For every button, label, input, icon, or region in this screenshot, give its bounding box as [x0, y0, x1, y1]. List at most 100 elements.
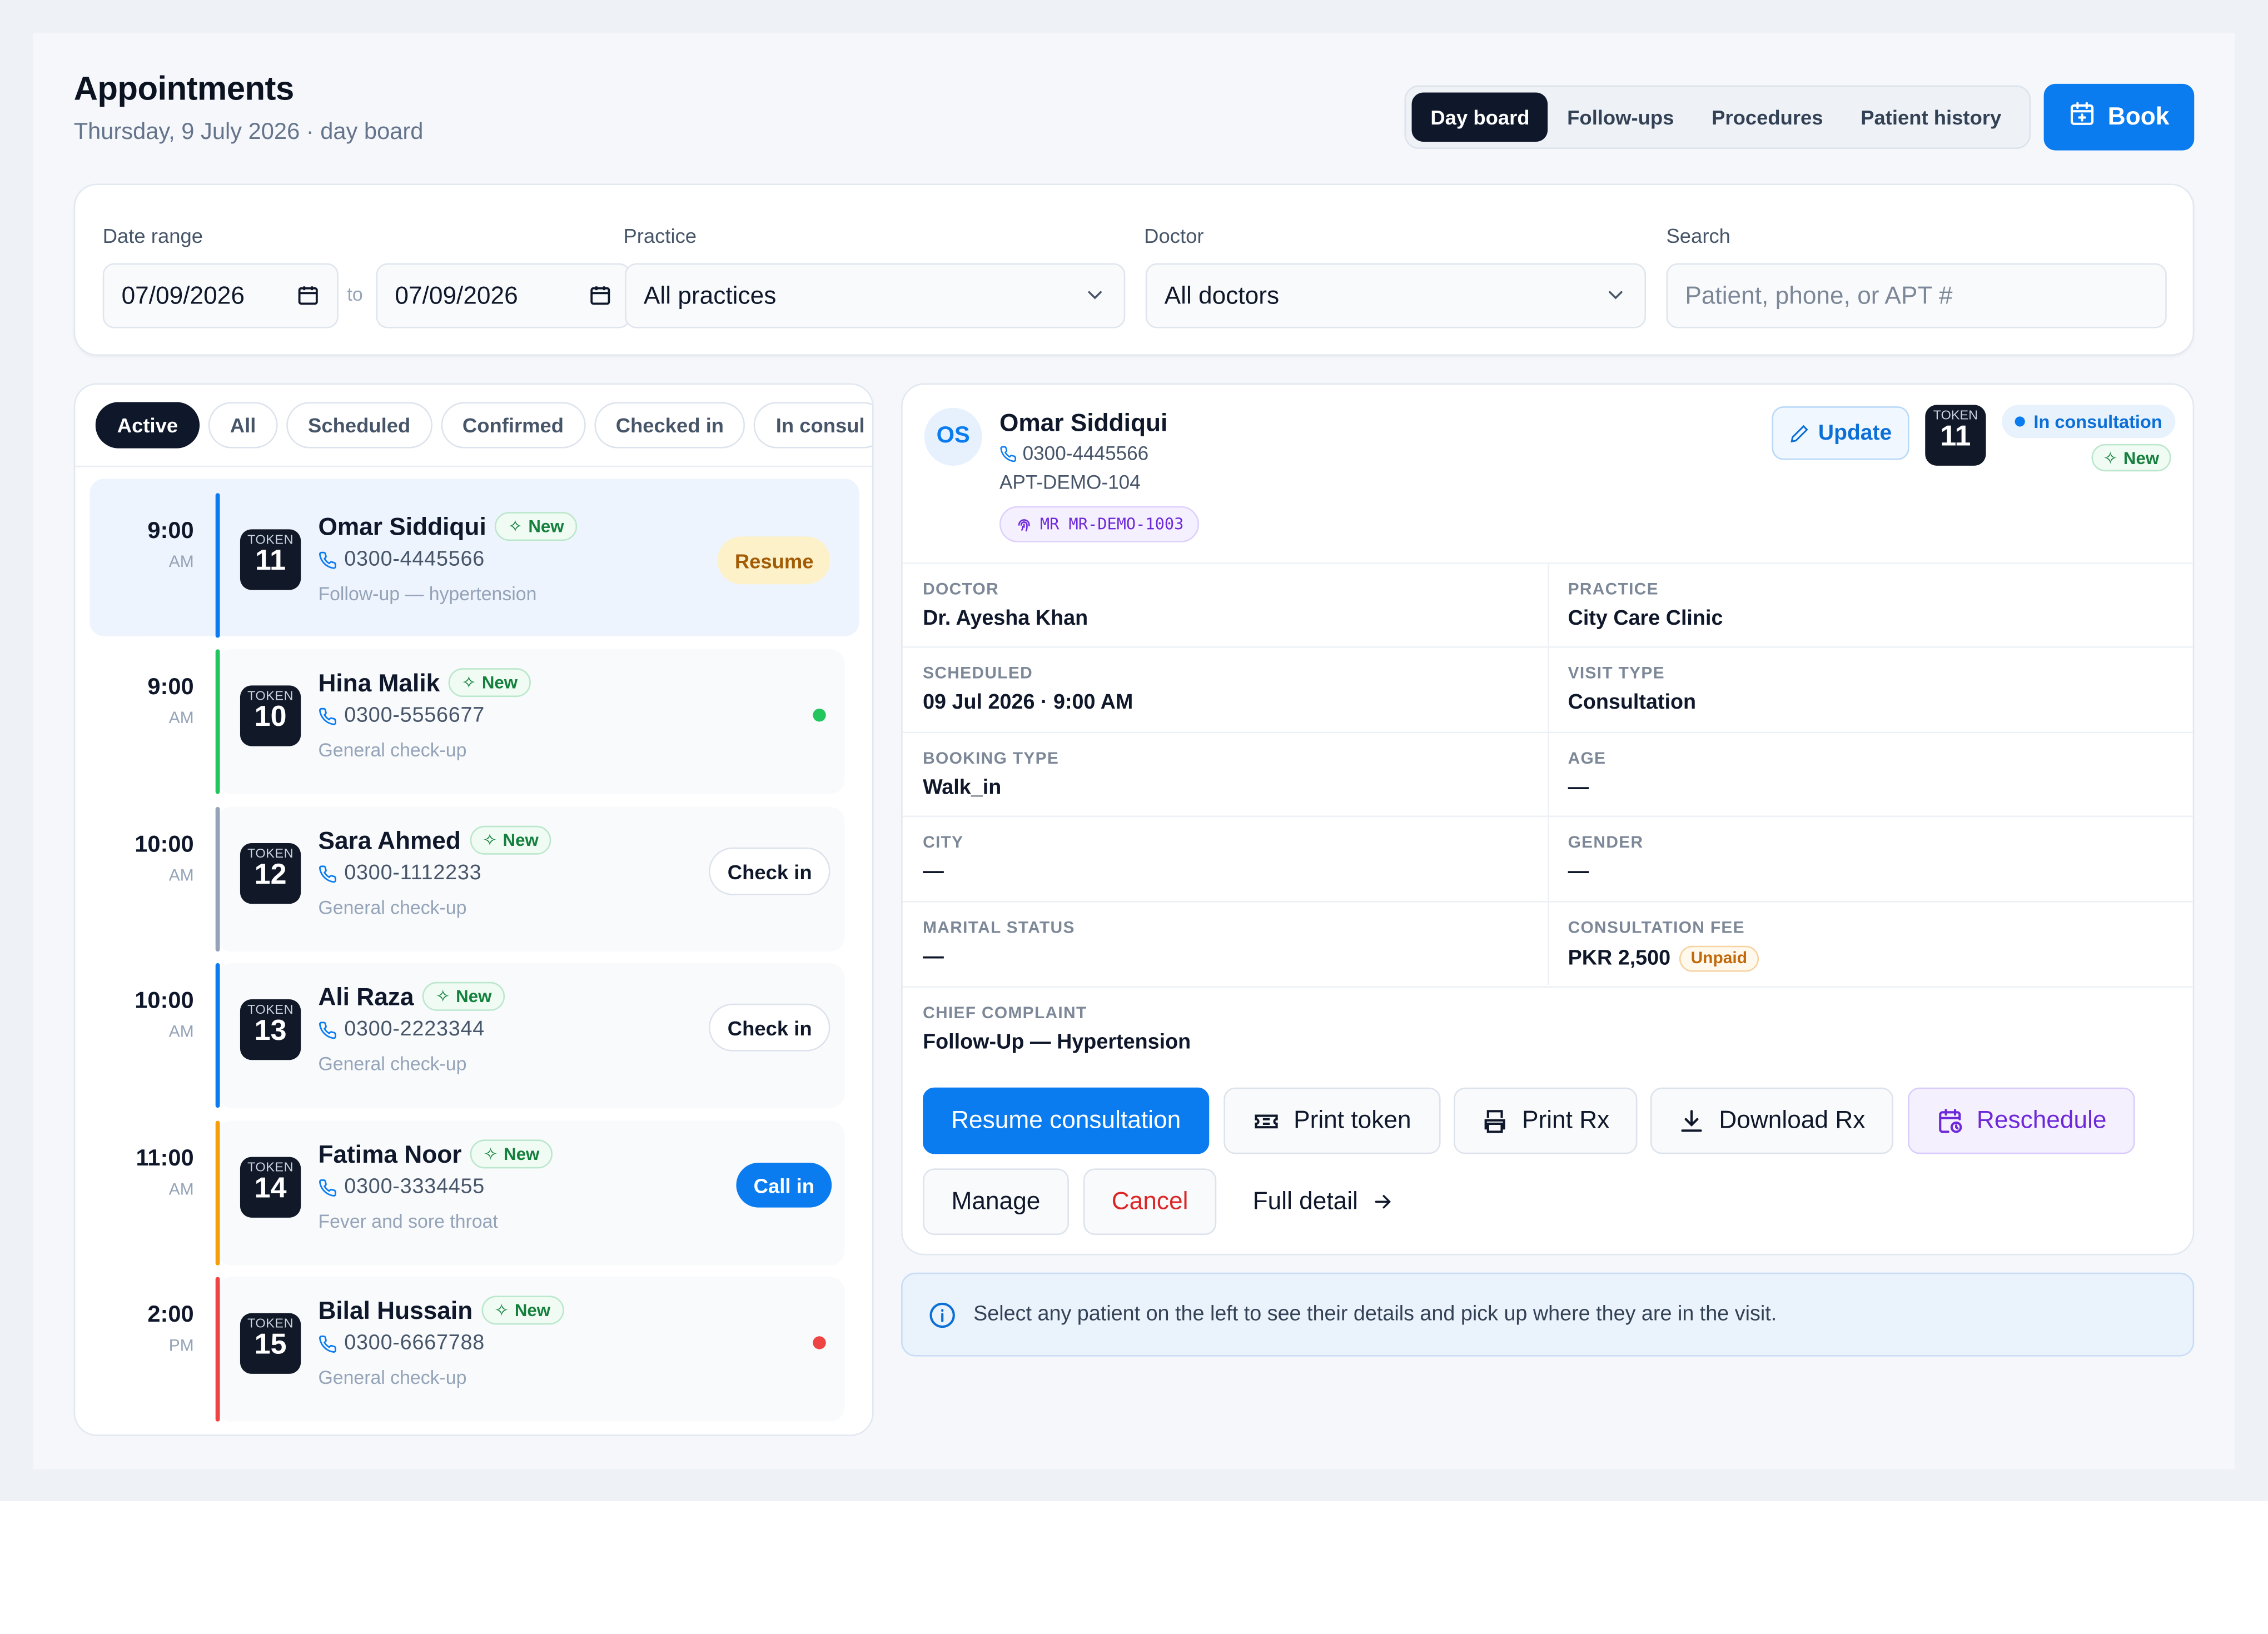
calendar-clock-icon [1938, 1108, 1962, 1133]
print-rx-label: Print Rx [1521, 1106, 1610, 1134]
field-practice: Practice City Care Clinic [1548, 562, 2193, 646]
appointment-row[interactable]: 9:00 AM TOKEN 11 Omar Siddiqui ✧ New 0300-4… [89, 479, 859, 649]
calendar-plus-icon [2069, 100, 2096, 134]
filter-panel: Date range 07/09/2026 to 07/09/2026 Prac… [73, 183, 2195, 356]
status-badge: In consultation [2002, 405, 2176, 439]
manage-button[interactable]: Manage [923, 1168, 1069, 1236]
appointment-row[interactable]: 11:00 AM TOKEN 14 Fatima Noor ✧ New 0300-33… [89, 1120, 859, 1277]
reschedule-button[interactable]: Reschedule [1908, 1087, 2135, 1154]
field-value: — [923, 945, 944, 969]
date-from-input[interactable]: 07/09/2026 [102, 263, 339, 328]
fee-amount: PKR 2,500 [1568, 947, 1671, 970]
print-token-label: Print token [1294, 1106, 1411, 1134]
patient-phone-text: 0300-5556677 [344, 704, 485, 728]
practice-value: All practices [643, 281, 777, 309]
patient-phone-text: 0300-2223344 [344, 1018, 485, 1042]
appointment-ampm: PM [168, 1337, 194, 1356]
new-badge: ✧ New [481, 1296, 564, 1325]
view-switcher: Day board Follow-ups Procedures Patient … [1404, 85, 2031, 150]
to-label: to [347, 283, 363, 306]
appointment-ampm: AM [168, 710, 194, 728]
check-in-button[interactable]: Check in [708, 847, 831, 895]
appointment-row[interactable]: 9:00 AM TOKEN 10 Hina Malik ✧ New 0300-5556… [89, 649, 859, 805]
print-token-button[interactable]: Print token [1223, 1087, 1441, 1154]
practice-select[interactable]: All practices [625, 263, 1126, 328]
phone-icon [319, 707, 336, 725]
download-rx-button[interactable]: Download Rx [1650, 1087, 1894, 1154]
patient-name: Sara Ahmed ✧ New [318, 825, 552, 856]
token-badge: TOKEN 11 [1925, 405, 1986, 466]
status-tab-confirmed[interactable]: Confirmed [440, 402, 586, 449]
status-tab-in-consultation[interactable]: In consul [754, 402, 873, 449]
patient-name-text: Omar Siddiqui [318, 513, 486, 541]
token-number: 14 [254, 1173, 287, 1205]
book-label: Book [2107, 102, 2170, 131]
visit-reason: General check-up [318, 896, 467, 919]
info-text: Select any patient on the left to see th… [973, 1303, 1777, 1327]
new-badge-label: New [2123, 447, 2160, 468]
token-label: TOKEN [1933, 407, 1978, 422]
status-dot [813, 1336, 826, 1349]
status-tab-all[interactable]: All [208, 402, 278, 449]
resume-button[interactable]: Resume [717, 536, 831, 585]
visit-reason: General check-up [318, 1366, 467, 1388]
token-badge: TOKEN 12 [240, 843, 301, 904]
resume-consultation-button[interactable]: Resume consultation [923, 1087, 1210, 1154]
cancel-button[interactable]: Cancel [1083, 1168, 1217, 1236]
field-value: City Care Clinic [1568, 607, 1723, 631]
reschedule-label: Reschedule [1976, 1106, 2107, 1134]
token-number: 13 [254, 1015, 287, 1047]
check-in-button[interactable]: Check in [708, 1003, 831, 1052]
status-bar [215, 493, 220, 638]
new-badge-label: New [481, 672, 518, 693]
status-tab-scheduled[interactable]: Scheduled [286, 402, 432, 449]
appointment-row[interactable]: 10:00 AM TOKEN 12 Sara Ahmed ✧ New 0300-111… [89, 806, 859, 963]
call-in-button[interactable]: Call in [736, 1163, 832, 1208]
status-tab-active[interactable]: Active [95, 402, 200, 449]
patient-name: Fatima Noor ✧ New [318, 1139, 553, 1170]
view-tab-patient-history[interactable]: Patient history [1842, 93, 2020, 142]
field-label: Age [1568, 750, 1606, 768]
date-to-input[interactable]: 07/09/2026 [376, 263, 631, 328]
print-rx-button[interactable]: Print Rx [1454, 1087, 1638, 1154]
download-rx-label: Download Rx [1719, 1106, 1866, 1134]
field-gender: Gender — [1548, 815, 2193, 900]
info-icon [929, 1302, 955, 1327]
page: Appointments Thursday, 9 July 2026 · day… [33, 33, 2235, 1469]
doctor-select[interactable]: All doctors [1145, 263, 1647, 328]
appointment-ampm: AM [168, 868, 194, 885]
new-badge: ✧ New [470, 1139, 553, 1169]
appointment-row[interactable]: 2:00 PM TOKEN 15 Bilal Hussain ✧ New 0300-6… [89, 1277, 859, 1433]
appointment-time: 2:00 [147, 1303, 194, 1328]
info-banner: Select any patient on the left to see th… [901, 1272, 2195, 1357]
field-visit-type: Visit type Consultation [1548, 646, 2193, 730]
status-tab-checked-in[interactable]: Checked in [594, 402, 746, 449]
patient-phone-text: 0300-4445566 [1022, 442, 1149, 465]
field-doctor: Doctor Dr. Ayesha Khan [902, 562, 1548, 646]
view-tab-procedures[interactable]: Procedures [1693, 93, 1842, 142]
view-tab-follow-ups[interactable]: Follow-ups [1548, 93, 1693, 142]
token-label: TOKEN [247, 1316, 294, 1331]
appointment-row[interactable]: 10:00 AM TOKEN 13 Ali Raza ✧ New 0300-22233… [89, 963, 859, 1119]
sparkle-icon: ✧ [461, 672, 476, 693]
practice-label: Practice [623, 224, 697, 247]
patient-phone: 0300-2223344 [318, 1018, 485, 1042]
phone-icon [319, 1178, 336, 1196]
patient-phone: 0300-5556677 [318, 704, 485, 728]
search-input[interactable]: Patient, phone, or APT # [1666, 263, 2167, 328]
patient-phone-text: 0300-1112233 [344, 861, 482, 885]
field-booking-type: Booking type Walk_in [902, 731, 1548, 816]
update-label: Update [1818, 421, 1892, 446]
patient-phone: 0300-4445566 [999, 442, 1148, 464]
avatar: OS [924, 407, 982, 466]
field-label: Consultation fee [1568, 919, 1745, 938]
date-to-value: 07/09/2026 [395, 281, 518, 309]
full-detail-link[interactable]: Full detail [1238, 1168, 1409, 1235]
status-filter-tabs: Active All Scheduled Confirmed Checked in In … [95, 402, 873, 451]
view-tab-day-board[interactable]: Day board [1411, 92, 1549, 142]
update-button[interactable]: Update [1772, 406, 1909, 460]
token-badge: TOKEN 15 [240, 1313, 301, 1374]
field-age: Age — [1548, 731, 2193, 816]
sparkle-icon: ✧ [2103, 447, 2118, 468]
book-button[interactable]: Book [2043, 83, 2195, 151]
